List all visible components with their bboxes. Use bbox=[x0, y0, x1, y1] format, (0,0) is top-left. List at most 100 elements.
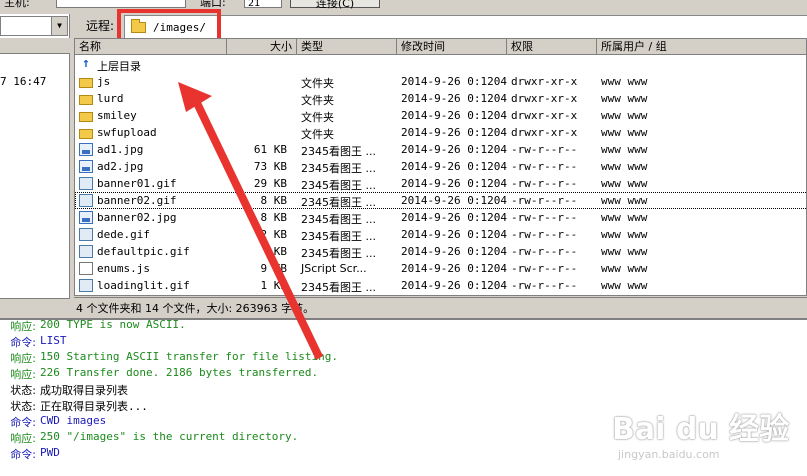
file-modified: 2014-9-26 0:1204 bbox=[401, 245, 507, 258]
log-message: CWD images bbox=[40, 414, 107, 427]
file-name: swfupload bbox=[97, 126, 157, 139]
file-modified: 2014-9-26 0:1204 bbox=[401, 177, 507, 190]
col-type[interactable]: 类型 bbox=[297, 39, 397, 55]
file-permissions: -rw-r--r-- bbox=[511, 245, 578, 258]
file-row[interactable]: ad1.jpg 61 KB 2345看图王 ... 2014-9-26 0:1204-… bbox=[75, 141, 806, 158]
file-name: ad1.jpg bbox=[97, 143, 144, 156]
file-type: 2345看图王 ... bbox=[301, 179, 376, 192]
remote-file-list[interactable]: 名称 大小 类型 修改时间 权限 所属用户 / 组 ↑ 上层目录 js 文件夹 20… bbox=[74, 38, 807, 296]
log-key: 响应: bbox=[10, 432, 36, 445]
file-permissions: -rw-r--r-- bbox=[511, 228, 578, 241]
file-permissions: -rw-r--r-- bbox=[511, 143, 578, 156]
jpg-icon bbox=[79, 211, 93, 224]
file-size: 8 KB bbox=[260, 211, 288, 224]
up-arrow-icon: ↑ bbox=[82, 56, 90, 71]
file-type: 2345看图王 ... bbox=[301, 213, 376, 226]
folder-icon bbox=[79, 112, 93, 122]
host-label: 主机: bbox=[4, 0, 30, 9]
file-size: 29 KB bbox=[253, 177, 287, 190]
file-permissions: drwxr-xr-x bbox=[511, 92, 578, 105]
folder-icon bbox=[79, 78, 93, 88]
chevron-down-icon[interactable]: ▼ bbox=[51, 17, 67, 35]
log-key: 响应: bbox=[10, 368, 36, 381]
file-owner: www www bbox=[601, 228, 648, 241]
file-row[interactable]: swfupload 文件夹 2014-9-26 0:1204 drwxr-xr-x ww… bbox=[75, 124, 806, 141]
file-owner: www www bbox=[601, 143, 648, 156]
file-name: banner01.gif bbox=[97, 177, 177, 190]
file-permissions: -rw-r--r-- bbox=[511, 211, 578, 224]
file-type: 文件夹 bbox=[301, 94, 334, 107]
file-modified: 2014-9-26 0:1204 bbox=[401, 75, 507, 88]
file-owner: www www bbox=[601, 211, 648, 224]
file-size: KB bbox=[273, 245, 287, 258]
file-modified: 2014-9-26 0:1204 bbox=[401, 109, 507, 122]
file-type: 2345看图王 ... bbox=[301, 230, 376, 243]
local-column-header[interactable] bbox=[0, 38, 70, 54]
file-permissions: -rw-r--r-- bbox=[511, 160, 578, 173]
log-key: 状态: bbox=[10, 384, 36, 397]
file-name: banner02.jpg bbox=[97, 211, 177, 224]
jpg-icon bbox=[79, 160, 93, 173]
log-message: 226 Transfer done. 2186 bytes transferre… bbox=[40, 366, 319, 379]
file-name: loadinglit.gif bbox=[97, 279, 190, 292]
gif-icon bbox=[79, 177, 93, 190]
file-permissions: -rw-r--r-- bbox=[511, 279, 578, 292]
file-type: 文件夹 bbox=[301, 77, 334, 90]
baidu-watermark: Bai du 经验 jingyan.baidu.com bbox=[612, 404, 802, 466]
local-file-time: 7 16:47 bbox=[0, 75, 47, 88]
file-modified: 2014-9-26 0:1204 bbox=[401, 262, 507, 275]
file-row[interactable]: ad2.jpg 73 KB 2345看图王 ... 2014-9-26 0:1204-… bbox=[75, 158, 806, 175]
host-field[interactable] bbox=[56, 0, 186, 8]
file-type: JScript Scr... bbox=[301, 262, 367, 275]
file-type: 2345看图王 ... bbox=[301, 281, 376, 294]
log-message: 正在取得目录列表... bbox=[40, 400, 148, 413]
col-permissions[interactable]: 权限 bbox=[507, 39, 597, 55]
port-field[interactable]: 21 bbox=[244, 0, 282, 9]
remote-label: 远程: bbox=[86, 19, 115, 33]
watermark-url: jingyan.baidu.com bbox=[618, 448, 720, 461]
remote-path-combo[interactable] bbox=[220, 15, 807, 39]
local-path-combo[interactable]: ▼ bbox=[0, 16, 68, 36]
file-name: enums.js bbox=[97, 262, 150, 275]
file-owner: www www bbox=[601, 75, 648, 88]
connect-button[interactable]: 连接(C) bbox=[290, 0, 380, 10]
file-row[interactable]: banner01.gif 29 KB 2345看图王 ... 2014-9-26 0:… bbox=[75, 175, 806, 192]
script-icon bbox=[79, 262, 93, 275]
file-name: banner02.gif bbox=[97, 194, 177, 207]
file-size: 2 KB bbox=[260, 228, 288, 241]
col-owner[interactable]: 所属用户 / 组 bbox=[597, 39, 806, 55]
file-name: smiley bbox=[97, 109, 137, 122]
up-dir-row[interactable]: ↑ 上层目录 bbox=[75, 56, 806, 73]
log-key: 状态: bbox=[10, 400, 36, 413]
file-permissions: -rw-r--r-- bbox=[511, 262, 578, 275]
log-message: LIST bbox=[40, 334, 67, 347]
file-row[interactable]: dede.gif 2 KB 2345看图王 ... 2014-9-26 0:1204-… bbox=[75, 226, 806, 243]
file-owner: www www bbox=[601, 245, 648, 258]
file-type: 2345看图王 ... bbox=[301, 196, 376, 209]
file-size: 61 KB bbox=[253, 143, 287, 156]
file-row[interactable]: banner02.jpg 8 KB 2345看图王 ... 2014-9-26 0:1… bbox=[75, 209, 806, 226]
file-modified: 2014-9-26 0:1204 bbox=[401, 279, 507, 292]
col-name[interactable]: 名称 bbox=[75, 39, 227, 55]
file-row[interactable]: banner02.gif 8 KB 2345看图王 ... 2014-9-26 0:1… bbox=[75, 192, 806, 209]
log-key: 命令: bbox=[10, 416, 36, 429]
file-row[interactable]: defaultpic.gif KB 2345看图王 ... 2014-9-26 0:1… bbox=[75, 243, 806, 260]
col-size[interactable]: 大小 bbox=[227, 39, 297, 55]
file-owner: www www bbox=[601, 194, 648, 207]
file-name: js bbox=[97, 75, 111, 88]
file-modified: 2014-9-26 0:1204 bbox=[401, 160, 507, 173]
file-owner: www www bbox=[601, 262, 648, 275]
file-row[interactable]: js 文件夹 2014-9-26 0:1204 drwxr-xr-x www www bbox=[75, 73, 806, 90]
file-row[interactable]: enums.js 9 KB JScript Scr... 2014-9-26 0:12… bbox=[75, 260, 806, 277]
file-row[interactable]: smiley 文件夹 2014-9-26 0:1204 drwxr-xr-x www w… bbox=[75, 107, 806, 124]
file-permissions: -rw-r--r-- bbox=[511, 194, 578, 207]
col-modified[interactable]: 修改时间 bbox=[397, 39, 507, 55]
file-row[interactable]: loadinglit.gif 1 KB 2345看图王 ... 2014-9-26 0… bbox=[75, 277, 806, 294]
local-file-pane[interactable] bbox=[0, 14, 70, 314]
file-name: defaultpic.gif bbox=[97, 245, 190, 258]
file-permissions: drwxr-xr-x bbox=[511, 75, 578, 88]
file-owner: www www bbox=[601, 92, 648, 105]
file-size: 8 KB bbox=[260, 194, 288, 207]
up-dir-label: 上层目录 bbox=[97, 60, 141, 73]
file-row[interactable]: lurd 文件夹 2014-9-26 0:1204 drwxr-xr-x www www bbox=[75, 90, 806, 107]
